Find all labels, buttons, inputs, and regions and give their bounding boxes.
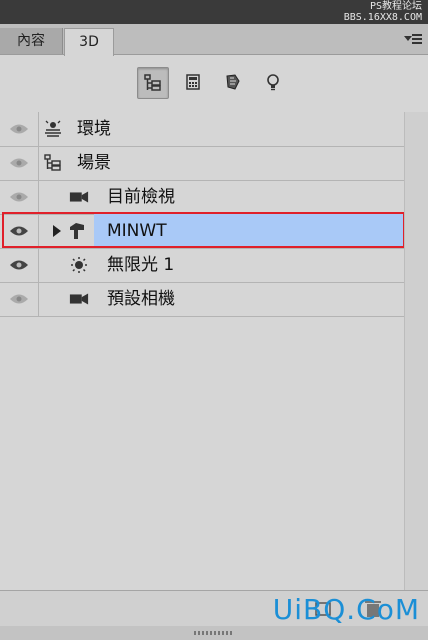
scene-icon: [43, 154, 63, 172]
vertical-scrollbar[interactable]: [404, 112, 428, 590]
layer-row-environment[interactable]: 環境: [0, 112, 404, 147]
layer-row-current-view[interactable]: 目前檢視: [0, 180, 404, 215]
watermark-bottom: UiBQ.CoM: [272, 593, 420, 626]
expand-arrow-icon[interactable]: [47, 222, 67, 240]
visibility-toggle[interactable]: [0, 248, 39, 282]
eye-icon: [10, 158, 28, 168]
panel-tab-bar: 內容 3D: [0, 24, 428, 56]
camera-icon: [69, 290, 89, 308]
watermark-top: PS教程论坛 BBS.16XX8.COM: [343, 1, 422, 23]
mesh-filter-button[interactable]: [178, 67, 208, 97]
panel-menu-icon[interactable]: [404, 32, 422, 46]
eye-icon: [10, 260, 28, 270]
scene-filter-button[interactable]: [137, 67, 169, 99]
eye-icon: [10, 226, 28, 236]
light-filter-button[interactable]: [258, 67, 288, 97]
scene-filter-icon: [144, 74, 161, 91]
resize-grip[interactable]: [0, 626, 428, 640]
infinite-light-icon: [69, 256, 89, 274]
mesh-filter-icon: [186, 74, 200, 90]
visibility-toggle[interactable]: [0, 112, 39, 146]
layer-row-infinite-light[interactable]: 無限光 1: [0, 248, 404, 283]
layer-row-scene[interactable]: 場景: [0, 146, 404, 181]
title-strip: PS教程论坛 BBS.16XX8.COM: [0, 0, 428, 24]
layer-row-default-camera[interactable]: 預設相機: [0, 282, 404, 317]
eye-icon: [10, 192, 28, 202]
mesh-icon: [67, 222, 87, 240]
material-filter-icon: [226, 74, 240, 90]
tab-properties[interactable]: 內容: [0, 28, 63, 54]
layer-label: MINWT: [107, 221, 167, 241]
layer-label: 無限光 1: [107, 255, 175, 275]
eye-icon: [10, 124, 28, 134]
visibility-toggle[interactable]: [0, 214, 39, 248]
visibility-toggle[interactable]: [0, 146, 39, 180]
layer-label: 目前檢視: [107, 187, 175, 207]
eye-icon: [10, 294, 28, 304]
layer-label: 預設相機: [107, 289, 175, 309]
filter-toolbar: [0, 55, 428, 109]
camera-icon: [69, 188, 89, 206]
layer-label: 場景: [77, 153, 111, 173]
material-filter-button[interactable]: [218, 67, 248, 97]
visibility-toggle[interactable]: [0, 180, 39, 214]
layer-row-minwt[interactable]: MINWT: [0, 214, 404, 249]
light-filter-icon: [267, 74, 279, 91]
environment-icon: [43, 120, 63, 138]
tab-3d[interactable]: 3D: [64, 28, 114, 56]
visibility-toggle[interactable]: [0, 282, 39, 316]
layer-label: 環境: [77, 119, 111, 139]
